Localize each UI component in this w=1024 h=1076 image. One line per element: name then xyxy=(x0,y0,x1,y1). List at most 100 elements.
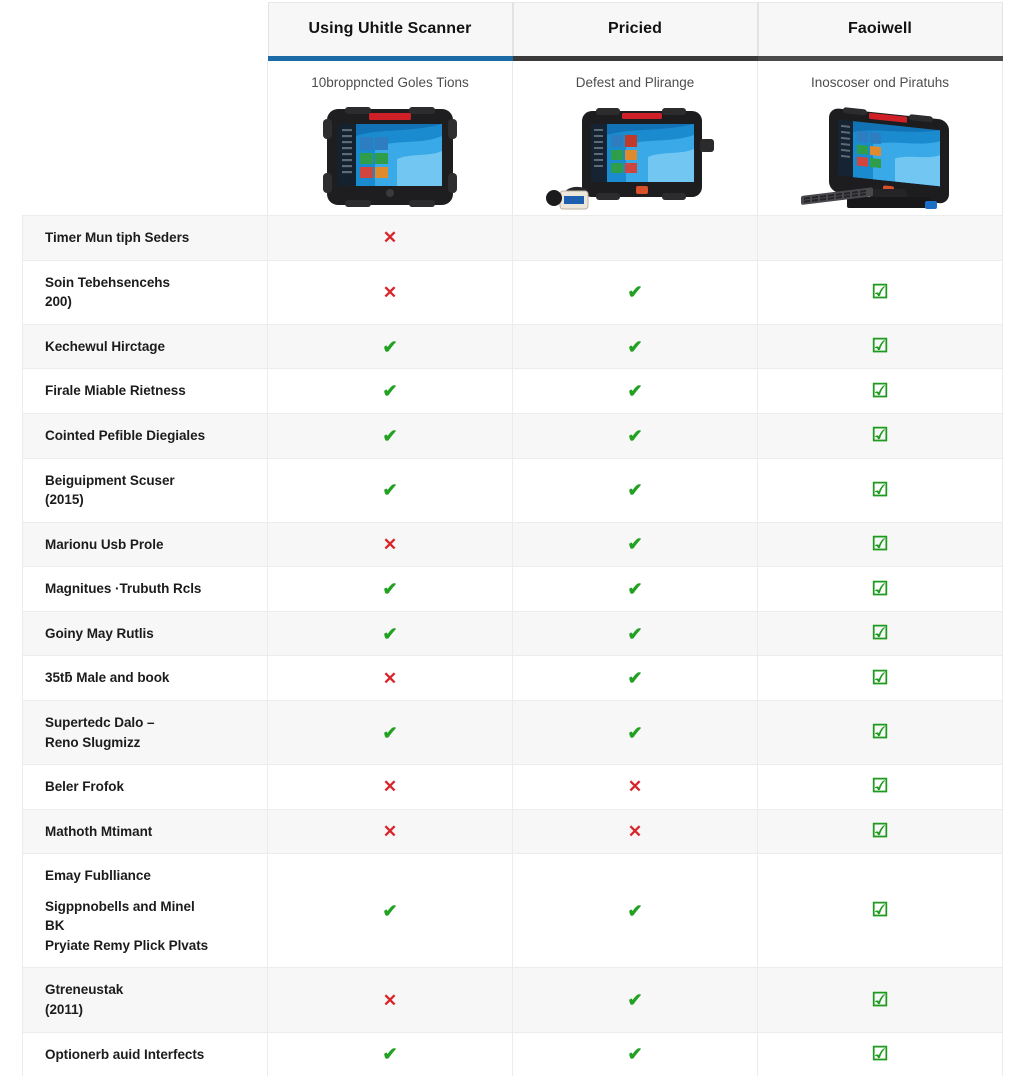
feature-label: Mathoth Mtimant xyxy=(22,808,268,854)
feature-label: Beiguipment Scuser (2015) xyxy=(22,457,268,523)
header-title-row: Using Uhitle Scanner Pricied Faoiwell xyxy=(22,2,1003,61)
support-mark-cell: ✔ xyxy=(512,259,758,325)
checkbox-checked-icon: ☑ xyxy=(871,281,889,303)
support-mark-cell: ✕ xyxy=(267,655,513,701)
support-mark-cell: ☑ xyxy=(757,699,1003,765)
feature-label: 35tƃ Male and book xyxy=(22,655,268,701)
support-mark-cell: ☑ xyxy=(757,967,1003,1033)
support-mark-cell: ✕ xyxy=(512,808,758,854)
table-row: Optionerb auid Interfects ✔ ✔ ☑ xyxy=(22,1031,1003,1076)
product-image-rugged-tablet-with-scanner xyxy=(513,99,757,215)
support-mark-cell: ☑ xyxy=(757,655,1003,701)
checkbox-checked-icon: ☑ xyxy=(871,1043,889,1065)
table-row: 35tƃ Male and book ✕ ✔ ☑ xyxy=(22,655,1003,701)
table-row: Timer Mun tiph Seders ✕ xyxy=(22,215,1003,261)
support-mark-cell: ✔ xyxy=(512,566,758,612)
feature-label: Beler Frofok xyxy=(22,764,268,810)
support-mark-cell: ☑ xyxy=(757,457,1003,523)
check-icon: ✔ xyxy=(627,381,643,402)
check-icon: ✔ xyxy=(627,990,643,1010)
support-mark-cell: ✕ xyxy=(267,521,513,567)
checkbox-checked-icon: ☑ xyxy=(871,479,889,501)
check-icon: ✔ xyxy=(382,381,398,402)
table-row: Beiguipment Scuser (2015) ✔ ✔ ☑ xyxy=(22,457,1003,523)
comparison-page: Using Uhitle Scanner Pricied Faoiwell 10… xyxy=(0,0,1024,1076)
checkbox-checked-icon: ☑ xyxy=(871,425,889,447)
feature-label: Optionerb auid Interfects xyxy=(22,1031,268,1076)
support-mark-cell: ☑ xyxy=(757,853,1003,968)
table-header: Using Uhitle Scanner Pricied Faoiwell 10… xyxy=(22,2,1003,216)
column-title-1: Using Uhitle Scanner xyxy=(308,20,472,38)
cross-icon: ✕ xyxy=(382,821,398,841)
column-title-3: Faoiwell xyxy=(848,20,912,38)
feature-label: Gtreneustak (2011) xyxy=(22,967,268,1033)
support-mark-cell: ✔ xyxy=(267,610,513,656)
checkbox-checked-icon: ☑ xyxy=(871,820,889,842)
checkbox-checked-icon: ☑ xyxy=(871,722,889,743)
support-mark-cell: ✔ xyxy=(512,521,758,567)
support-mark-cell: ☑ xyxy=(757,610,1003,656)
support-mark-cell: ✔ xyxy=(512,853,758,968)
check-icon: ✔ xyxy=(627,668,643,689)
support-mark-cell: ✔ xyxy=(512,699,758,765)
cross-icon: ✕ xyxy=(382,228,398,248)
header-subtitle-row: 10broppncted Goles Tions Defest and Plir… xyxy=(22,61,1003,216)
support-mark-cell: ✔ xyxy=(267,413,513,459)
feature-label: Timer Mun tiph Seders xyxy=(22,215,268,261)
support-mark-cell: ✔ xyxy=(512,655,758,701)
column-subheader-1: 10broppncted Goles Tions xyxy=(267,61,513,216)
check-icon: ✔ xyxy=(382,425,398,446)
feature-label: Firale Miable Rietness xyxy=(22,368,268,414)
check-icon: ✔ xyxy=(627,534,643,555)
table-row: Cointed Pefible Diegiales ✔ ✔ ☑ xyxy=(22,413,1003,459)
feature-label: Kechewul Hirctage xyxy=(22,323,268,369)
table-row: Gtreneustak (2011) ✕ ✔ ☑ xyxy=(22,967,1003,1033)
column-header-2: Pricied xyxy=(512,2,758,61)
table-row: Firale Miable Rietness ✔ ✔ ☑ xyxy=(22,368,1003,414)
check-icon: ✔ xyxy=(627,722,643,743)
check-icon: ✔ xyxy=(627,336,643,357)
support-mark-cell: ☑ xyxy=(757,764,1003,810)
feature-label: Cointed Pefible Diegiales xyxy=(22,413,268,459)
check-icon: ✔ xyxy=(627,900,643,921)
feature-label: Soin Tebehsencehs 200) xyxy=(22,259,268,325)
support-mark-cell: ✔ xyxy=(267,699,513,765)
column-subheader-2: Defest and Plirange xyxy=(512,61,758,216)
checkbox-checked-icon: ☑ xyxy=(871,989,889,1011)
cross-icon: ✕ xyxy=(382,990,398,1010)
table-row: Mathoth Mtimant ✕ ✕ ☑ xyxy=(22,808,1003,854)
support-mark-cell: ✕ xyxy=(267,215,513,261)
support-mark-cell: ✔ xyxy=(267,1031,513,1076)
feature-label: Supertedc Dalo – Reno Slugmizz xyxy=(22,699,268,765)
product-comparison-table: Using Uhitle Scanner Pricied Faoiwell 10… xyxy=(22,2,1003,1076)
support-mark-cell: ✔ xyxy=(267,368,513,414)
table-row: Kechewul Hirctage ✔ ✔ ☑ xyxy=(22,323,1003,369)
checkbox-checked-icon: ☑ xyxy=(871,336,889,358)
support-mark-cell: ✔ xyxy=(512,457,758,523)
cross-icon: ✕ xyxy=(382,668,398,688)
check-icon: ✔ xyxy=(627,282,643,303)
header-corner-cell xyxy=(22,2,268,61)
support-mark-cell: ☑ xyxy=(757,808,1003,854)
support-mark-cell: ✔ xyxy=(512,1031,758,1076)
support-mark-cell: ✔ xyxy=(512,368,758,414)
check-icon: ✔ xyxy=(627,480,643,501)
check-icon: ✔ xyxy=(382,336,398,357)
support-mark-cell: ☑ xyxy=(757,521,1003,567)
checkbox-checked-icon: ☑ xyxy=(871,776,889,798)
check-icon: ✔ xyxy=(382,722,398,743)
table-row: Goiny May Rutlis ✔ ✔ ☑ xyxy=(22,610,1003,656)
checkbox-checked-icon: ☑ xyxy=(871,578,889,600)
check-icon: ✔ xyxy=(382,480,398,501)
check-icon: ✔ xyxy=(627,623,643,644)
cross-icon: ✕ xyxy=(382,282,398,302)
table-row: Magnitues ·Trubuth Rcls ✔ ✔ ☑ xyxy=(22,566,1003,612)
column-header-3: Faoiwell xyxy=(757,2,1003,61)
support-mark-cell: ☑ xyxy=(757,413,1003,459)
column-header-1: Using Uhitle Scanner xyxy=(267,2,513,61)
feature-label: Emay Fublliance Sigppnobells and Minel BK P… xyxy=(22,853,268,968)
table-body: Timer Mun tiph Seders ✕ Soin Tebehsencehs 2… xyxy=(22,215,1003,1076)
checkbox-checked-icon: ☑ xyxy=(871,667,889,689)
support-mark-cell: ✔ xyxy=(512,323,758,369)
feature-label: Marionu Usb Prole xyxy=(22,521,268,567)
